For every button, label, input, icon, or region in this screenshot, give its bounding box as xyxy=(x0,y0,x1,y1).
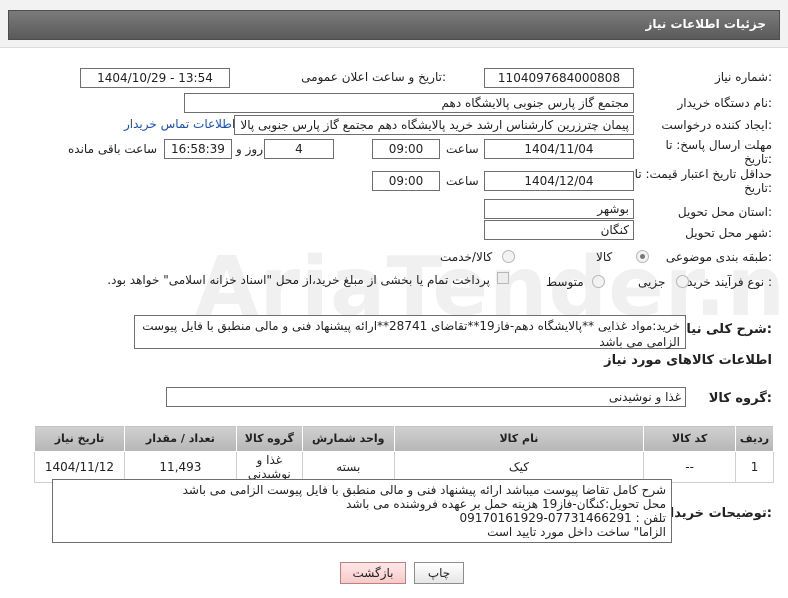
buyer-org-label: نام دستگاه خریدار: xyxy=(677,96,773,110)
remaining-time-field: 16:58:39 xyxy=(164,139,232,159)
general-description-label: شرح کلی نیاز: xyxy=(678,322,772,337)
buyer-notes-line4: الزاما" ساخت داخل مورد تایید است xyxy=(487,525,666,539)
buyer-notes-line3: تلفن : 07731466291-09170161929 xyxy=(459,511,666,525)
need-number-field: 1104097684000808 xyxy=(484,68,634,88)
col-group-header: گروه کالا xyxy=(235,425,303,452)
requester-label: ایجاد کننده درخواست: xyxy=(661,118,772,132)
category-goods-label: کالا xyxy=(596,250,613,264)
response-time-label: ساعت xyxy=(446,142,479,156)
general-description-textarea[interactable]: خرید:مواد غذایی **پالایشگاه دهم-فاز19**ت… xyxy=(134,315,686,349)
cell-name: کیک xyxy=(393,451,645,483)
requester-field: پیمان چترزرین کارشناس ارشد خرید پالایشگا… xyxy=(234,115,634,135)
col-row-header: ردیف xyxy=(735,425,774,452)
category-label: طبقه بندی موضوعی: xyxy=(665,250,772,264)
process-minor-radio[interactable] xyxy=(676,275,689,288)
buyer-notes-line1: شرح کامل تقاضا پیوست میباشد ارائه پیشنها… xyxy=(182,483,666,497)
days-label: روز و xyxy=(236,142,263,156)
response-deadline-label: مهلت ارسال پاسخ: تا تاریخ: xyxy=(665,138,772,166)
city-label: شهر محل تحویل: xyxy=(685,226,772,240)
cell-unit: بسته xyxy=(301,451,395,483)
cell-date: 1404/11/12 xyxy=(34,451,125,483)
cell-code: -- xyxy=(643,451,737,483)
process-minor-label: جزیی xyxy=(638,275,666,289)
category-goods-service-label: کالا/خدمت xyxy=(440,250,493,264)
general-description-line1: خرید:مواد غذایی **پالایشگاه دهم-فاز19**ت… xyxy=(142,319,680,333)
announce-datetime-label: تاریخ و ساعت اعلان عمومی: xyxy=(301,70,446,84)
col-date-header: تاریخ نیاز xyxy=(34,425,125,452)
cell-row: 1 xyxy=(735,451,774,483)
col-unit-header: واحد شمارش xyxy=(301,425,395,452)
province-field: بوشهر xyxy=(484,199,634,219)
cell-group: غذا و نوشیدنی xyxy=(235,451,303,483)
announce-datetime-field: 1404/10/29 - 13:54 xyxy=(80,68,230,88)
items-table: ردیف کد کالا نام کالا واحد شمارش گروه کا… xyxy=(34,425,774,483)
price-validity-time-field: 09:00 xyxy=(372,171,440,191)
response-time-field: 09:00 xyxy=(372,139,440,159)
process-medium-label: متوسط xyxy=(546,275,584,289)
category-goods-radio[interactable] xyxy=(636,250,649,263)
print-button[interactable]: چاپ xyxy=(414,562,464,584)
response-date-field: 1404/11/04 xyxy=(484,139,634,159)
city-field: کنگان xyxy=(484,220,634,240)
category-goods-service-radio[interactable] xyxy=(502,250,515,263)
remaining-label: ساعت باقی مانده xyxy=(68,142,158,156)
col-name-header: نام کالا xyxy=(393,425,645,452)
price-validity-date-field: 1404/12/04 xyxy=(484,171,634,191)
buyer-org-field: مجتمع گاز پارس جنوبی پالایشگاه دهم xyxy=(184,93,634,113)
goods-group-field: غذا و نوشیدنی xyxy=(166,387,686,407)
province-label: استان محل تحویل: xyxy=(677,205,772,219)
buyer-notes-textarea[interactable]: شرح کامل تقاضا پیوست میباشد ارائه پیشنها… xyxy=(52,479,672,543)
treasury-payment-checkbox[interactable] xyxy=(497,272,509,284)
need-number-label: شماره نیاز: xyxy=(714,70,772,84)
goods-group-label: گروه کالا: xyxy=(708,391,772,406)
buyer-notes-label: توضیحات خریدار: xyxy=(662,506,772,521)
days-field: 4 xyxy=(264,139,334,159)
page-title: جزئیات اطلاعات نیاز xyxy=(645,17,766,31)
cell-qty: 11,493 xyxy=(124,451,237,483)
general-description-line2: الزامی می باشد xyxy=(599,335,680,349)
buyer-notes-line2: محل تحویل:کنگان-فاز19 هزینه حمل بر عهده … xyxy=(346,497,666,511)
price-validity-label: حداقل تاریخ اعتبار قیمت: تا تاریخ: xyxy=(634,167,772,195)
col-code-header: کد کالا xyxy=(643,425,737,452)
back-button[interactable]: بازگشت xyxy=(340,562,406,584)
table-row[interactable]: 1 -- کیک بسته غذا و نوشیدنی 11,493 1404/… xyxy=(34,451,774,483)
treasury-payment-note: پرداخت تمام یا بخشی از مبلغ خرید،از محل … xyxy=(107,273,490,287)
buyer-contact-link[interactable]: اطلاعات تماس خریدار xyxy=(124,117,235,131)
price-validity-time-label: ساعت xyxy=(446,174,479,188)
table-header-row: ردیف کد کالا نام کالا واحد شمارش گروه کا… xyxy=(34,425,774,452)
process-type-label: نوع فرآیند خرید : xyxy=(687,275,772,289)
goods-info-title: اطلاعات کالاهای مورد نیاز xyxy=(604,353,772,368)
col-qty-header: تعداد / مقدار xyxy=(124,425,237,452)
process-medium-radio[interactable] xyxy=(592,275,605,288)
